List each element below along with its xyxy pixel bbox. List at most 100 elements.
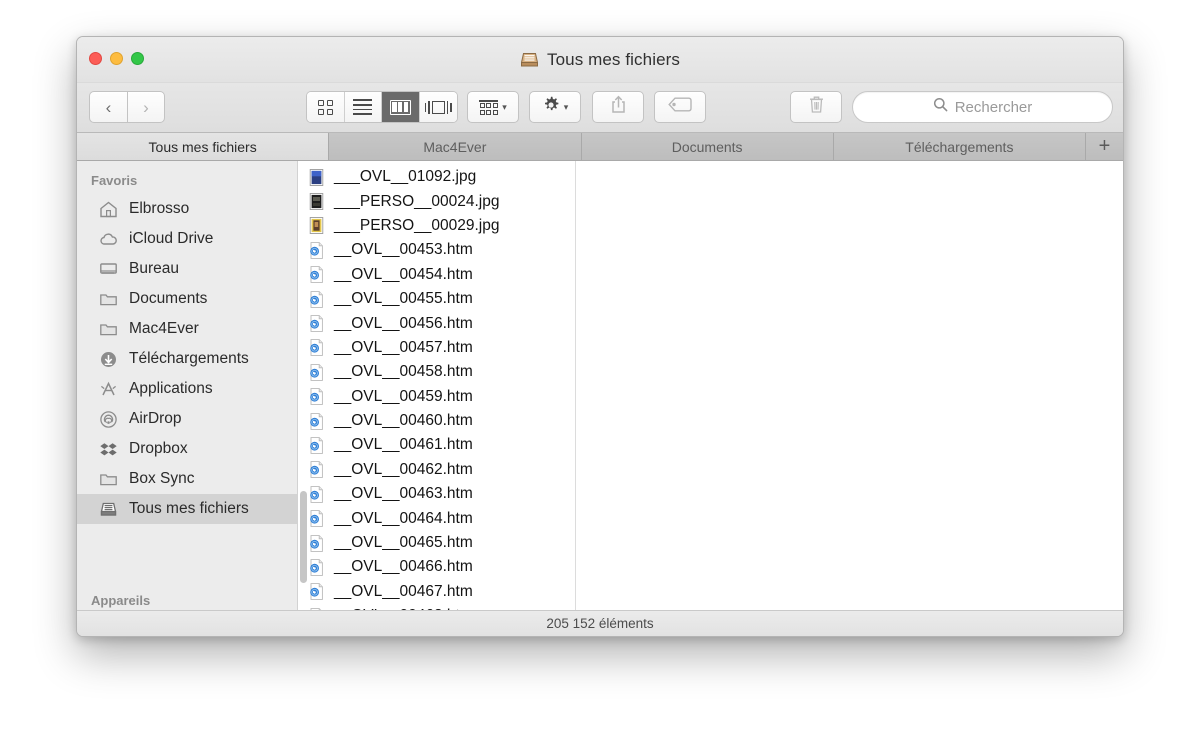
html-document-icon — [308, 387, 325, 406]
html-document-icon — [308, 241, 325, 260]
sidebar-item-tous-mes-fichiers[interactable]: Tous mes fichiers — [77, 494, 297, 524]
file-row[interactable]: __OVL__00466.htm — [298, 555, 575, 579]
file-row[interactable]: ___PERSO__00029.jpg — [298, 214, 575, 238]
airdrop-icon — [99, 410, 118, 429]
html-document-icon — [308, 314, 325, 333]
search-input[interactable]: Rechercher — [852, 91, 1113, 123]
home-icon — [99, 200, 118, 219]
file-row[interactable]: __OVL__00462.htm — [298, 458, 575, 482]
chevron-left-icon: ‹ — [105, 97, 112, 117]
sidebar-item-box-sync[interactable]: Box Sync — [77, 464, 297, 494]
window-title-text: Tous mes fichiers — [546, 50, 681, 69]
file-row[interactable]: __OVL__00458.htm — [298, 360, 575, 384]
window-body: Favoris Elbrosso iCloud Drive Bureau Doc… — [77, 161, 1123, 610]
sidebar-item-dropbox[interactable]: Dropbox — [77, 434, 297, 464]
share-icon — [610, 95, 627, 119]
sidebar-item-documents[interactable]: Documents — [77, 284, 297, 314]
file-row[interactable]: __OVL__00454.htm — [298, 263, 575, 287]
file-row[interactable]: __OVL__00460.htm — [298, 409, 575, 433]
tab-telechargements[interactable]: Téléchargements — [833, 133, 1086, 160]
file-name: __OVL__00453.htm — [334, 241, 473, 259]
file-row[interactable]: __OVL__00459.htm — [298, 385, 575, 409]
file-row[interactable]: ___OVL__01092.jpg — [298, 165, 575, 189]
delete-button[interactable] — [790, 91, 842, 123]
html-document-icon — [308, 436, 325, 455]
file-row[interactable]: __OVL__00463.htm — [298, 482, 575, 506]
vertical-scrollbar[interactable] — [300, 491, 307, 583]
tab-label: Documents — [671, 138, 743, 155]
file-row[interactable]: __OVL__00465.htm — [298, 531, 575, 555]
sidebar-item-label: Dropbox — [129, 440, 188, 457]
html-document-icon — [308, 338, 325, 357]
file-name: __OVL__00465.htm — [334, 534, 473, 552]
file-row[interactable]: __OVL__00456.htm — [298, 311, 575, 335]
chevron-down-icon: ▾ — [502, 101, 507, 112]
file-name: ___PERSO__00029.jpg — [334, 216, 500, 234]
view-mode-segmented-control[interactable] — [306, 91, 458, 123]
tags-button[interactable] — [654, 91, 706, 123]
search-placeholder-text: Rechercher — [954, 98, 1033, 116]
file-list-column[interactable]: ___OVL__01092.jpg ___PERSO__00024.jpg ___P… — [298, 161, 576, 610]
file-name: __OVL__00459.htm — [334, 387, 473, 405]
sidebar-item-elbrosso[interactable]: Elbrosso — [77, 194, 297, 224]
sidebar: Favoris Elbrosso iCloud Drive Bureau Doc… — [77, 161, 298, 610]
sidebar-item-label: iCloud Drive — [129, 230, 214, 247]
column-view-button[interactable] — [382, 92, 420, 122]
file-name: __OVL__00466.htm — [334, 558, 473, 576]
sidebar-item-label: Documents — [129, 290, 208, 307]
sidebar-item-mac4ever[interactable]: Mac4Ever — [77, 314, 297, 344]
file-name: __OVL__00462.htm — [334, 460, 473, 478]
list-view-button[interactable] — [344, 92, 382, 122]
file-row[interactable]: __OVL__00461.htm — [298, 433, 575, 457]
html-document-icon — [308, 412, 325, 431]
arrange-by-button[interactable]: ▾ — [467, 91, 519, 123]
sidebar-item-applications[interactable]: Applications — [77, 374, 297, 404]
sidebar-item-label: Applications — [129, 380, 213, 397]
chevron-down-icon: ▾ — [563, 101, 569, 112]
new-tab-button[interactable]: + — [1086, 133, 1123, 160]
preview-column[interactable] — [576, 161, 1123, 610]
file-name: __OVL__00454.htm — [334, 265, 473, 283]
folder-icon — [99, 470, 118, 489]
file-row[interactable]: __OVL__00453.htm — [298, 238, 575, 262]
file-name: __OVL__00464.htm — [334, 509, 473, 527]
file-row[interactable]: __OVL__00464.htm — [298, 506, 575, 530]
back-button[interactable]: ‹ — [89, 91, 127, 123]
file-name: __OVL__00457.htm — [334, 338, 473, 356]
file-name: ___OVL__01092.jpg — [334, 168, 477, 186]
file-row[interactable]: __OVL__00468.htm — [298, 604, 575, 610]
tab-tous-mes-fichiers[interactable]: Tous mes fichiers — [77, 133, 330, 160]
sidebar-item-bureau[interactable]: Bureau — [77, 254, 297, 284]
html-document-icon — [308, 607, 325, 610]
file-name: __OVL__00467.htm — [334, 582, 473, 600]
cloud-icon — [99, 230, 118, 249]
file-row[interactable]: __OVL__00467.htm — [298, 580, 575, 604]
icon-view-button[interactable] — [307, 92, 345, 122]
image-thumbnail-blue — [308, 168, 325, 187]
window-titlebar[interactable]: Tous mes fichiers — [77, 37, 1123, 83]
file-name: __OVL__00456.htm — [334, 314, 473, 332]
columns-icon — [389, 99, 411, 115]
tab-mac4ever[interactable]: Mac4Ever — [329, 133, 582, 160]
folder-icon — [99, 290, 118, 309]
all-my-files-tray-icon — [520, 52, 539, 68]
file-row[interactable]: __OVL__00455.htm — [298, 287, 575, 311]
sidebar-item-icloud-drive[interactable]: iCloud Drive — [77, 224, 297, 254]
forward-button[interactable]: › — [127, 91, 165, 123]
html-document-icon — [308, 534, 325, 553]
sidebar-item-telechargements[interactable]: Téléchargements — [77, 344, 297, 374]
tag-icon — [668, 97, 692, 117]
sidebar-item-airdrop[interactable]: AirDrop — [77, 404, 297, 434]
coverflow-view-button[interactable] — [419, 92, 457, 122]
file-name: ___PERSO__00024.jpg — [334, 192, 500, 210]
file-row[interactable]: __OVL__00457.htm — [298, 336, 575, 360]
share-button[interactable] — [592, 91, 644, 123]
file-name: __OVL__00458.htm — [334, 363, 473, 381]
file-row[interactable]: ___PERSO__00024.jpg — [298, 189, 575, 213]
tab-documents[interactable]: Documents — [581, 133, 834, 160]
action-menu-button[interactable]: ▾ — [529, 91, 581, 123]
chevron-right-icon: › — [143, 97, 149, 117]
sidebar-item-label: Tous mes fichiers — [129, 500, 249, 517]
applications-icon — [99, 380, 118, 399]
html-document-icon — [308, 290, 325, 309]
